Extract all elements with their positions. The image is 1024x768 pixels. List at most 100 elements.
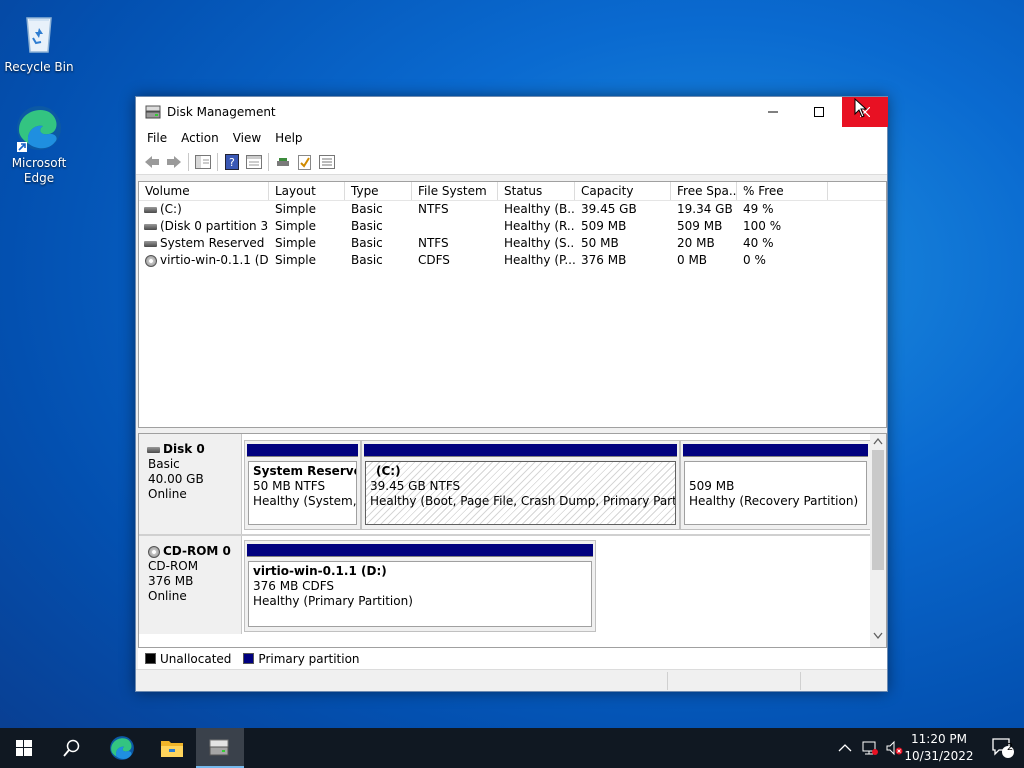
- disk-0-info[interactable]: Disk 0 Basic 40.00 GB Online: [139, 434, 242, 534]
- table-row[interactable]: (Disk 0 partition 3) Simple Basic Health…: [139, 218, 886, 235]
- properties-button[interactable]: [243, 152, 265, 172]
- column-file-system[interactable]: File System: [412, 182, 498, 200]
- pct-free-cell: 100 %: [743, 219, 782, 233]
- settings-button[interactable]: [316, 152, 338, 172]
- status-cell: Healthy (P...: [504, 253, 575, 267]
- menu-bar: File Action View Help: [136, 127, 887, 149]
- legend-unallocated: Unallocated: [160, 651, 232, 666]
- table-row[interactable]: virtio-win-0.1.1 (D:) Simple Basic CDFS …: [139, 252, 886, 269]
- check-button[interactable]: [294, 152, 316, 172]
- recycle-bin-shortcut[interactable]: Recycle Bin: [1, 8, 77, 75]
- taskbar-edge[interactable]: [98, 728, 146, 768]
- scroll-down-icon[interactable]: [873, 632, 883, 640]
- properties-icon: [246, 154, 262, 169]
- taskbar-disk-management[interactable]: [196, 728, 244, 768]
- connect-icon: [277, 157, 289, 166]
- partition-body: virtio-win-0.1.1 (D:) 376 MB CDFS Health…: [248, 561, 592, 627]
- table-row[interactable]: (C:) Simple Basic NTFS Healthy (B... 39.…: [139, 201, 886, 218]
- fs-cell: [412, 218, 498, 235]
- partition-c[interactable]: (C:) 39.45 GB NTFS Healthy (Boot, Page F…: [361, 440, 680, 530]
- toolbar-separator: [217, 152, 218, 171]
- disk-0-size: 40.00 GB: [148, 472, 204, 486]
- pct-free-cell: 40 %: [743, 236, 774, 250]
- column-percent-free[interactable]: % Free: [737, 182, 828, 200]
- disk-0-row: Disk 0 Basic 40.00 GB Online System Rese…: [139, 434, 872, 534]
- start-button[interactable]: [0, 728, 48, 768]
- search-button[interactable]: [48, 728, 96, 768]
- toolbar-separator: [268, 152, 269, 171]
- primary-partition-bar: [247, 444, 358, 457]
- column-status[interactable]: Status: [498, 182, 575, 200]
- partition-status: Healthy (Recovery Partition): [689, 494, 859, 508]
- partition-d[interactable]: virtio-win-0.1.1 (D:) 376 MB CDFS Health…: [244, 540, 596, 632]
- partition-status: Healthy (System, Ac: [253, 494, 357, 508]
- minimize-icon: [768, 111, 778, 113]
- table-row[interactable]: System Reserved (... Simple Basic NTFS H…: [139, 235, 886, 252]
- cdrom-0-size: 376 MB: [148, 574, 194, 588]
- help-icon: ?: [225, 153, 239, 170]
- scroll-up-icon[interactable]: [873, 437, 883, 445]
- volume-name: System Reserved (...: [160, 236, 269, 250]
- graphical-view-scrollbar[interactable]: [870, 434, 886, 666]
- taskbar-file-explorer[interactable]: [148, 728, 196, 768]
- start-icon: [16, 740, 32, 756]
- action-center-button[interactable]: 2: [982, 728, 1024, 768]
- help-button[interactable]: ?: [221, 152, 243, 172]
- free-cell: 509 MB: [677, 219, 723, 233]
- show-hidden-icons-chevron-icon[interactable]: [838, 743, 852, 753]
- cdrom-0-kind: CD-ROM: [148, 559, 199, 573]
- type-cell: Basic: [351, 202, 383, 216]
- volume-cell: virtio-win-0.1.1 (D:): [139, 252, 269, 269]
- disk-management-app-icon: [145, 105, 161, 119]
- partition-name: virtio-win-0.1.1 (D:): [253, 564, 387, 578]
- disk-0-kind: Basic: [148, 457, 180, 471]
- column-volume[interactable]: Volume: [139, 182, 269, 200]
- column-capacity[interactable]: Capacity: [575, 182, 671, 200]
- file-explorer-icon: [161, 741, 183, 757]
- volume-list-header: Volume Layout Type File System Status Ca…: [139, 182, 886, 201]
- layout-cell: Simple: [275, 202, 316, 216]
- partition-status: Healthy (Primary Partition): [253, 594, 413, 608]
- toolbar-separator: [188, 152, 189, 171]
- show-hide-console-tree-icon: [195, 154, 211, 169]
- column-type[interactable]: Type: [345, 182, 412, 200]
- connect-button[interactable]: [272, 152, 294, 172]
- status-cell: Healthy (B...: [504, 202, 575, 216]
- menu-action[interactable]: Action: [174, 131, 226, 145]
- partition-size: 50 MB NTFS: [253, 479, 326, 493]
- primary-partition-bar: [364, 444, 677, 457]
- show-hide-console-tree-button[interactable]: [192, 152, 214, 172]
- partition-recovery[interactable]: 509 MB Healthy (Recovery Partition): [680, 440, 871, 530]
- volume-list[interactable]: Volume Layout Type File System Status Ca…: [138, 181, 887, 428]
- disk-icon: [147, 446, 160, 453]
- back-button[interactable]: [141, 152, 163, 172]
- clock[interactable]: 11:20 PM 10/31/2022: [900, 731, 978, 765]
- partition-system-reserved[interactable]: System Reserved 50 MB NTFS Healthy (Syst…: [244, 440, 361, 530]
- scrollbar-thumb[interactable]: [872, 450, 884, 570]
- column-layout[interactable]: Layout: [269, 182, 345, 200]
- maximize-icon: [814, 107, 824, 117]
- status-bar: [136, 669, 887, 691]
- title-bar[interactable]: Disk Management: [136, 97, 888, 127]
- menu-view[interactable]: View: [226, 131, 268, 145]
- recycle-bin-icon: [15, 8, 63, 56]
- edge-icon: [110, 736, 134, 760]
- minimize-button[interactable]: [750, 97, 796, 127]
- legend-primary: Primary partition: [258, 651, 360, 666]
- fs-cell: NTFS: [418, 202, 449, 216]
- maximize-button[interactable]: [796, 97, 842, 127]
- edge-shortcut[interactable]: Microsoft Edge: [1, 104, 77, 186]
- cd-drive-icon: [148, 545, 160, 558]
- primary-partition-bar: [683, 444, 868, 457]
- menu-file[interactable]: File: [140, 131, 174, 145]
- cdrom-0-row: CD-ROM 0 CD-ROM 376 MB Online virtio-win…: [139, 534, 872, 634]
- cdrom-0-info[interactable]: CD-ROM 0 CD-ROM 376 MB Online: [139, 536, 242, 634]
- column-free-space[interactable]: Free Spa...: [671, 182, 737, 200]
- network-icon[interactable]: [862, 740, 878, 756]
- primary-partition-bar: [247, 544, 593, 557]
- primary-partition-swatch: [243, 653, 255, 664]
- capacity-cell: 509 MB: [581, 219, 627, 233]
- menu-help[interactable]: Help: [268, 131, 309, 145]
- taskbar: 11:20 PM 10/31/2022 2: [0, 728, 1024, 768]
- forward-button[interactable]: [163, 152, 185, 172]
